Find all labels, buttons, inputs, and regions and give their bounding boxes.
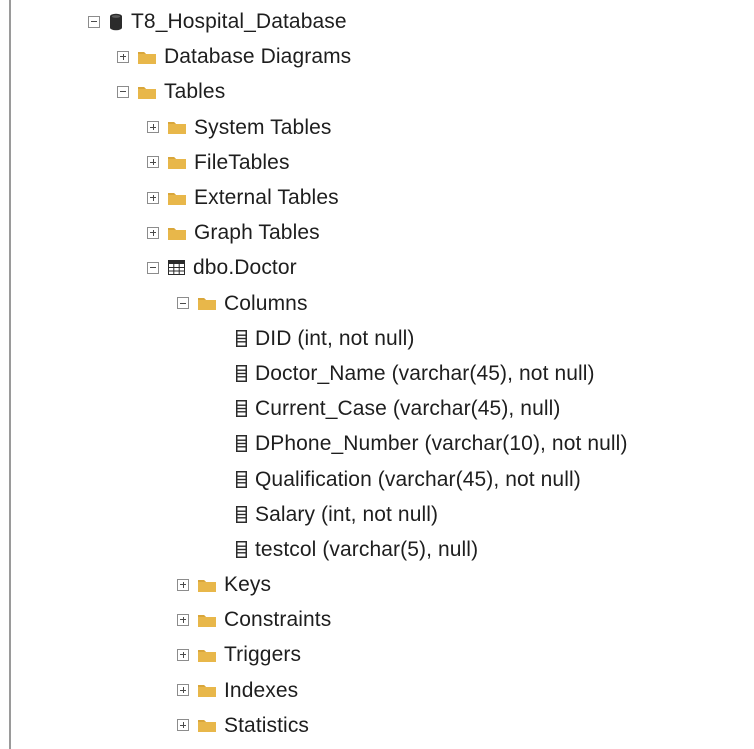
tree-node-label: System Tables (194, 115, 332, 139)
tree-node-graph-tables[interactable]: Graph Tables (0, 215, 754, 250)
tree-node-columns[interactable]: Columns (0, 286, 754, 321)
tree-node-triggers[interactable]: Triggers (0, 637, 754, 672)
collapse-toggle-icon[interactable] (147, 261, 159, 274)
expand-toggle-icon[interactable] (177, 578, 189, 591)
folder-icon (168, 120, 186, 135)
tree-node-label: Current_Case (varchar(45), null) (255, 397, 561, 421)
column-icon (236, 364, 247, 382)
expand-toggle-icon[interactable] (147, 191, 159, 204)
folder-icon (168, 155, 186, 170)
tree-node-table-dbo-doctor[interactable]: dbo.Doctor (0, 250, 754, 285)
tree-node-label: Graph Tables (194, 221, 320, 245)
tree-node-constraints[interactable]: Constraints (0, 602, 754, 637)
column-icon (236, 435, 247, 453)
folder-icon (138, 50, 156, 64)
collapse-toggle-icon[interactable] (177, 297, 189, 310)
tree-node-column[interactable]: Current_Case (varchar(45), null) (0, 391, 754, 426)
tree-node-label: Salary (int, not null) (255, 502, 439, 526)
expand-toggle-icon[interactable] (177, 613, 189, 626)
tree-node-tables[interactable]: Tables (0, 74, 754, 109)
tree-node-label: T8_Hospital_Database (131, 10, 347, 34)
tree-node-label: Keys (224, 573, 272, 597)
tree-node-external-tables[interactable]: External Tables (0, 180, 754, 215)
tree-node-label: DPhone_Number (varchar(10), not null) (255, 432, 628, 456)
expand-toggle-icon[interactable] (117, 50, 129, 63)
folder-icon (138, 85, 156, 99)
expand-toggle-icon[interactable] (147, 156, 159, 169)
expand-toggle-icon[interactable] (177, 719, 189, 732)
expand-toggle-icon[interactable] (147, 226, 159, 239)
folder-icon (168, 226, 186, 240)
tree-node-column[interactable]: Doctor_Name (varchar(45), not null) (0, 356, 754, 391)
tree-node-column[interactable]: DPhone_Number (varchar(10), not null) (0, 426, 754, 461)
tree-node-label: Qualification (varchar(45), not null) (255, 467, 581, 491)
tree-node-label: Columns (224, 291, 308, 315)
column-icon (236, 540, 247, 558)
tree-node-filetables[interactable]: FileTables (0, 145, 754, 180)
tree-node-label: Constraints (224, 608, 332, 632)
tree-node-keys[interactable]: Keys (0, 567, 754, 602)
folder-icon (198, 683, 216, 698)
tree-node-label: Triggers (224, 643, 302, 667)
expand-toggle-icon[interactable] (177, 684, 189, 697)
column-icon (236, 505, 247, 523)
tree-node-column[interactable]: Salary (int, not null) (0, 497, 754, 532)
column-icon (236, 470, 247, 488)
folder-icon (168, 191, 186, 205)
collapse-toggle-icon[interactable] (88, 15, 100, 28)
folder-icon (198, 578, 216, 592)
tree-node-label: Doctor_Name (varchar(45), not null) (255, 361, 595, 385)
database-icon (109, 13, 123, 31)
column-icon (236, 400, 247, 418)
tree-node-label: testcol (varchar(5), null) (255, 537, 479, 561)
tree-node-label: Indexes (224, 678, 299, 702)
tree-node-database[interactable]: T8_Hospital_Database (0, 4, 754, 39)
tree-node-indexes[interactable]: Indexes (0, 673, 754, 708)
tree-node-label: FileTables (194, 150, 290, 174)
folder-icon (198, 648, 216, 662)
tree-node-column[interactable]: DID (int, not null) (0, 321, 754, 356)
tree-node-database-diagrams[interactable]: Database Diagrams (0, 39, 754, 74)
folder-icon (198, 296, 216, 311)
tree-node-statistics[interactable]: Statistics (0, 708, 754, 743)
tree-node-label: dbo.Doctor (193, 256, 297, 280)
collapse-toggle-icon[interactable] (117, 85, 129, 98)
tree-node-label: Tables (164, 80, 226, 104)
expand-toggle-icon[interactable] (177, 648, 189, 661)
column-icon (236, 329, 247, 347)
tree-node-system-tables[interactable]: System Tables (0, 110, 754, 145)
object-explorer-tree: T8_Hospital_Database Database Diagrams T… (0, 4, 754, 743)
tree-node-column[interactable]: testcol (varchar(5), null) (0, 532, 754, 567)
tree-node-label: DID (int, not null) (255, 326, 415, 350)
expand-toggle-icon[interactable] (147, 121, 159, 134)
folder-icon (198, 718, 216, 733)
tree-node-label: Database Diagrams (164, 45, 352, 69)
table-icon (168, 260, 185, 276)
tree-node-label: External Tables (194, 186, 339, 210)
tree-node-label: Statistics (224, 713, 310, 737)
folder-icon (198, 613, 216, 627)
tree-node-column[interactable]: Qualification (varchar(45), not null) (0, 461, 754, 496)
